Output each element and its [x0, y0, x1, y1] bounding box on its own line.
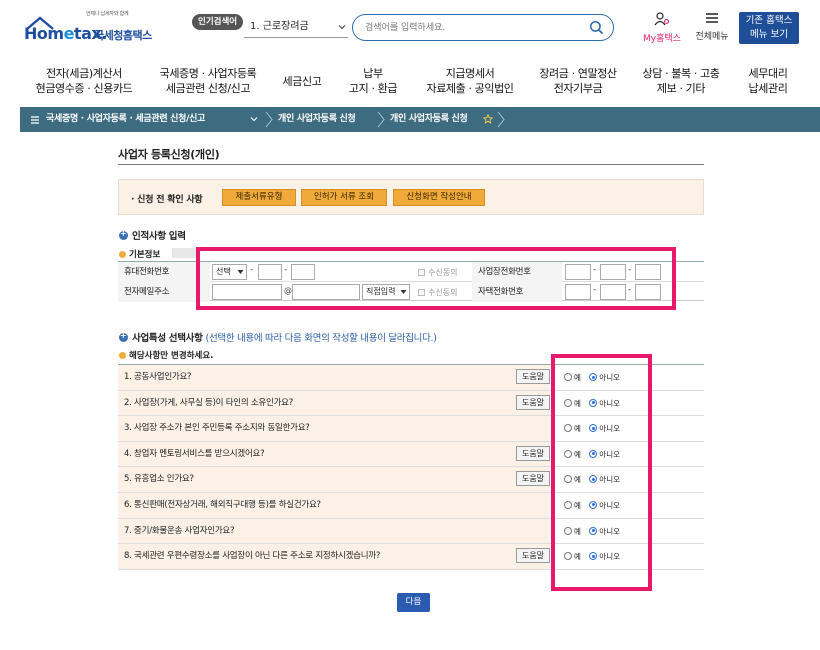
question-text: 5. 유흥업소 인가요? [118, 467, 550, 492]
help-button[interactable]: 도움말 [516, 369, 550, 384]
main-navigation: 전자(세금)계산서 현금영수증 · 신용카드 국세증명 · 사업자등록 세금관련… [0, 60, 820, 102]
help-button[interactable]: 도움말 [516, 471, 550, 487]
next-button[interactable]: 다음 [397, 593, 430, 612]
nav-label: 납부 [363, 67, 383, 80]
highlight-box-contact [196, 247, 676, 310]
search-icon[interactable] [589, 20, 604, 35]
question-text: 2. 사업장(가게, 사무실 등)이 타인의 소유인가요? [118, 390, 550, 416]
nav-label: 고지 · 환급 [348, 82, 398, 95]
user-icon [654, 12, 670, 26]
applicable-note-text: 해당사항만 변경하세요. [129, 351, 214, 361]
nav-label: 지급명세서 [445, 67, 495, 80]
question-text: 3. 사업장 주소가 본인 주민등록 주소지와 동일한가요? [118, 416, 550, 441]
permit-docs-button[interactable]: 인허가 서류 조회 [301, 189, 387, 206]
page-title: 사업자 등록신청(개인) [118, 148, 220, 161]
nav-item-payment[interactable]: 납부 고지 · 환급 [344, 66, 402, 96]
nav-label: 현금영수증 · 신용카드 [35, 82, 133, 95]
all-menu-button[interactable]: 전체메뉴 [690, 12, 734, 42]
nav-label: 전자(세금)계산서 [46, 67, 122, 80]
question-text: 8. 국세관련 우편수령장소를 사업장이 아닌 다른 주소로 지정하시겠습니까? [118, 544, 550, 569]
old-hometax-line2: 메뉴 보기 [750, 29, 788, 40]
business-features-section-title: 사업특성 선택사항 (선택한 내용에 따라 다음 화면의 작성할 내용이 달라집… [119, 330, 437, 344]
question-text: 6. 통신판매(전자상거래, 해외직구대행 등)를 하실건가요? [118, 492, 550, 518]
precheck-box: · 신청 전 확인 사항 제출서류유형 인허가 서류 조회 신청화면 작성안내 [118, 179, 704, 215]
hot-search-dropdown[interactable]: 1. 근로장려금 [244, 16, 348, 38]
breadcrumb: 국세증명 · 사업자등록 · 세금관련 신청/신고 개인 사업자등록 신청 개인… [20, 107, 820, 132]
nav-item-tax-return[interactable]: 세금신고 [278, 74, 326, 89]
precheck-label: · 신청 전 확인 사항 [131, 195, 203, 205]
plus-circle-icon [119, 331, 128, 342]
old-hometax-menu-button[interactable]: 기존 홈택스 메뉴 보기 [739, 12, 799, 44]
nav-item-consulting[interactable]: 상담 · 불복 · 고충 제보 · 기타 [636, 66, 726, 96]
breadcrumb-item-certificates[interactable]: 국세증명 · 사업자등록 · 세금관련 신청/신고 [46, 107, 205, 132]
question-text: 1. 공동사업인가요? [118, 365, 550, 390]
nav-label: 세금관련 신청/신고 [165, 82, 251, 95]
breadcrumb-item-current: 개인 사업자등록 신청 [390, 114, 468, 124]
section-title-text: 사업특성 선택사항 [132, 333, 203, 344]
title-divider [118, 164, 704, 165]
old-hometax-line1: 기존 홈택스 [745, 15, 793, 26]
bullet-icon [119, 251, 126, 258]
nav-label: 장려금 · 연말정산 [539, 67, 617, 80]
question-text: 7. 중기/화물운송 사업자인가요? [118, 518, 550, 544]
nav-label: 세무대리 [748, 67, 788, 80]
chevron-right-icon [377, 111, 385, 128]
section-note: (선택한 내용에 따라 다음 화면의 작성할 내용이 달라집니다.) [205, 333, 437, 344]
nav-label: 상담 · 불복 · 고충 [642, 67, 720, 80]
section-title-text: 인적사항 입력 [132, 231, 186, 242]
nav-item-payment-statement[interactable]: 지급명세서 자료제출 · 공익법인 [420, 66, 520, 96]
hot-search-value: 1. 근로장려금 [250, 21, 309, 32]
nav-label: 전자기부금 [553, 82, 603, 95]
applicable-note: 해당사항만 변경하세요. [119, 349, 213, 361]
hot-search-badge: 인기검색어 [192, 14, 244, 30]
nav-label: 세금신고 [282, 75, 322, 88]
search-box [352, 14, 614, 41]
bullet-icon [119, 352, 126, 359]
chevron-down-icon[interactable] [250, 116, 258, 123]
menu-icon[interactable] [30, 115, 40, 125]
personal-info-section-title: 인적사항 입력 [119, 228, 186, 242]
chevron-down-icon [338, 25, 346, 30]
nav-label: 자료제출 · 공익법인 [426, 82, 514, 95]
all-menu-label: 전체메뉴 [695, 32, 729, 42]
hamburger-icon [706, 13, 718, 23]
form-guide-button[interactable]: 신청화면 작성안내 [393, 189, 485, 206]
nav-item-certificates[interactable]: 국세증명 · 사업자등록 세금관련 신청/신고 [156, 66, 260, 96]
search-input[interactable] [365, 19, 585, 36]
my-hometax-button[interactable]: My홈택스 [640, 12, 684, 44]
chevron-right-icon [265, 111, 273, 128]
help-button[interactable]: 도움말 [516, 548, 550, 564]
nav-item-tax-agent[interactable]: 세무대리 납세관리 [738, 66, 798, 96]
chevron-right-icon [497, 111, 505, 128]
nav-label: 제보 · 기타 [656, 82, 706, 95]
top-header: 언제나 납세자와 함께 Hometax. 국세청홈택스 인기검색어 1. 근로장… [0, 0, 820, 58]
logo-name: 국세청홈택스 [94, 29, 152, 42]
masked-field [172, 248, 198, 258]
nav-label: 국세증명 · 사업자등록 [159, 67, 257, 80]
nav-item-e-invoice[interactable]: 전자(세금)계산서 현금영수증 · 신용카드 [34, 66, 134, 96]
nav-label: 납세관리 [748, 82, 788, 95]
help-button[interactable]: 도움말 [516, 445, 550, 461]
logo-tagline: 언제나 납세자와 함께 [86, 11, 129, 17]
plus-circle-icon [119, 229, 128, 240]
submission-docs-button[interactable]: 제출서류유형 [222, 189, 296, 206]
star-icon[interactable] [483, 114, 493, 124]
question-text: 4. 창업자 멘토링서비스를 받으시겠어요? [118, 441, 550, 467]
highlight-box-radios [551, 354, 652, 591]
basic-info-title: 기본정보 [119, 248, 160, 260]
breadcrumb-item-register[interactable]: 개인 사업자등록 신청 [278, 107, 356, 132]
hometax-logo[interactable]: 언제나 납세자와 함께 Hometax. 국세청홈택스 [24, 10, 154, 44]
nav-item-incentives[interactable]: 장려금 · 연말정산 전자기부금 [532, 66, 624, 96]
basic-info-text: 기본정보 [129, 250, 161, 260]
my-hometax-label: My홈택스 [643, 34, 681, 44]
help-button[interactable]: 도움말 [516, 394, 550, 410]
